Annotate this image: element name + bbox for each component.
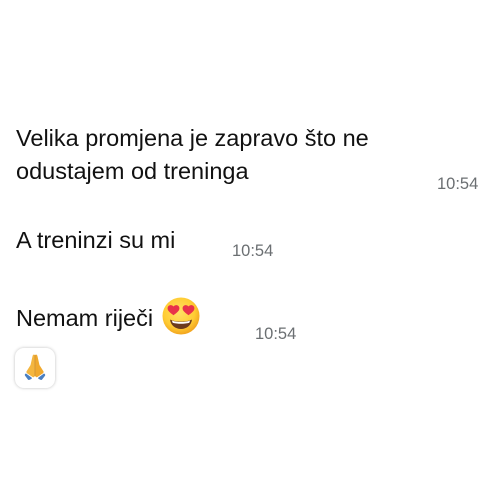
message-1-line-1: Velika promjena je zapravo što ne (16, 125, 369, 151)
message-2[interactable]: A treninzi su mi (16, 224, 175, 257)
message-2-text: A treninzi su mi (16, 227, 176, 253)
folded-hands-emoji-icon (20, 351, 50, 386)
message-3-text: Nemam riječi (16, 305, 154, 332)
message-3-timestamp: 10:54 (255, 325, 297, 343)
reaction-badge[interactable] (15, 348, 55, 388)
message-3[interactable]: Nemam riječi (16, 297, 201, 340)
heart-eyes-emoji-icon (161, 296, 201, 336)
message-1[interactable]: Velika promjena je zapravo što ne odusta… (16, 122, 369, 188)
message-1-timestamp: 10:54 (437, 175, 479, 193)
message-2-timestamp: 10:54 (232, 242, 274, 260)
message-1-line-2: odustajem od treninga (16, 158, 249, 184)
